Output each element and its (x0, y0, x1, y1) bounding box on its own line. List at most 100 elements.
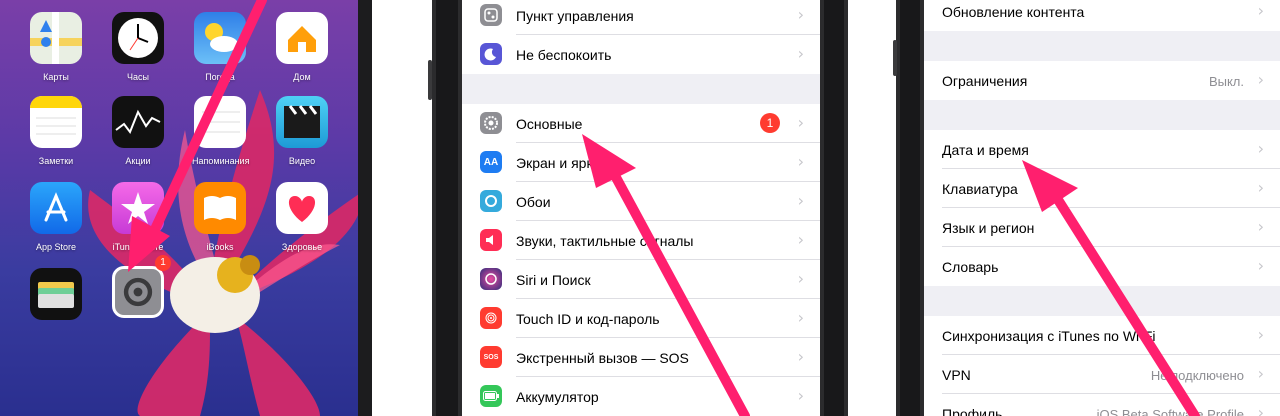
chevron-right-icon: › (1257, 325, 1264, 344)
control-center-icon (480, 4, 502, 26)
app-home[interactable]: Дом (274, 12, 330, 83)
chevron-right-icon: › (797, 347, 804, 366)
settings-row-battery[interactable]: Аккумулятор › (462, 377, 820, 416)
settings-row-siri[interactable]: Siri и Поиск › (462, 260, 820, 299)
row-label: Звуки, тактильные сигналы (516, 233, 694, 249)
app-label: Напоминания (192, 156, 250, 166)
settings-row-general[interactable]: Основные 1 › (462, 104, 820, 143)
row-label: Основные (516, 116, 583, 132)
app-wallet[interactable] (28, 268, 84, 320)
sos-icon: SOS (480, 346, 502, 368)
chevron-right-icon: › (1257, 70, 1264, 89)
star-icon (112, 182, 164, 234)
phone-frame (896, 0, 924, 416)
chevron-right-icon: › (797, 308, 804, 327)
app-reminders[interactable]: Напоминания (192, 96, 250, 167)
clock-icon (112, 12, 164, 64)
sound-icon (480, 229, 502, 251)
app-label: iBooks (206, 242, 234, 252)
app-stocks[interactable]: Акции (110, 96, 166, 167)
gear-icon (480, 112, 502, 134)
settings-row-profile[interactable]: Профиль iOS Beta Software Profile › (924, 394, 1280, 416)
settings-row-dictionary[interactable]: Словарь › (924, 247, 1280, 286)
app-app-store[interactable]: App Store (28, 182, 84, 253)
row-label: Обновление контента (942, 4, 1085, 20)
settings-row-sounds[interactable]: Звуки, тактильные сигналы › (462, 221, 820, 260)
chevron-right-icon: › (1257, 139, 1264, 158)
row-label: Siri и Поиск (516, 272, 591, 288)
phone-bezel (824, 0, 844, 416)
chevron-right-icon: › (797, 113, 804, 132)
settings-row-do-not-disturb[interactable]: Не беспокоить › (462, 35, 820, 74)
app-health[interactable]: Здоровье (274, 182, 330, 253)
settings-row-sos[interactable]: SOS Экстренный вызов — SOS › (462, 338, 820, 377)
chevron-right-icon: › (797, 152, 804, 171)
settings-row-control-center[interactable]: Пункт управления › (462, 0, 820, 35)
settings-row-keyboard[interactable]: Клавиатура › (924, 169, 1280, 208)
moon-icon (480, 43, 502, 65)
app-video[interactable]: Видео (274, 96, 330, 167)
notes-icon (30, 96, 82, 148)
row-label: Ограничения (942, 73, 1028, 89)
row-label: Экран и яркость (516, 155, 622, 171)
row-label: Дата и время (942, 142, 1029, 158)
fingerprint-icon (480, 307, 502, 329)
settings-row-background-refresh[interactable]: Обновление контента › (924, 0, 1280, 31)
app-label: Карты (43, 72, 69, 82)
app-settings[interactable] (110, 266, 166, 318)
app-label: App Store (35, 242, 77, 252)
app-label: Часы (127, 72, 149, 82)
app-label: Акции (125, 156, 151, 166)
gap (372, 0, 432, 416)
phone-bezel (436, 0, 458, 416)
app-itunes-store[interactable]: iTunes Store (110, 182, 166, 253)
stocks-icon (112, 96, 164, 148)
app-store-icon (30, 182, 82, 234)
display-icon: AA (480, 151, 502, 173)
row-label: Touch ID и код-пароль (516, 311, 660, 327)
battery-icon (480, 385, 502, 407)
row-label: Обои (516, 194, 551, 210)
chevron-right-icon: › (1257, 1, 1264, 20)
app-maps[interactable]: Карты (28, 12, 84, 83)
side-button (893, 40, 897, 76)
row-label: Словарь (942, 259, 999, 275)
chevron-right-icon: › (1257, 217, 1264, 236)
siri-icon (480, 268, 502, 290)
row-value: Выкл. (1208, 74, 1244, 89)
row-label: Пункт управления (516, 8, 634, 24)
app-label: Видео (288, 156, 316, 166)
settings-row-date-time[interactable]: Дата и время › (924, 130, 1280, 169)
app-label: Заметки (38, 156, 74, 166)
row-label: Синхронизация с iTunes по Wi-Fi (942, 328, 1156, 344)
reminders-icon (194, 96, 246, 148)
app-label: Погода (205, 72, 235, 82)
app-notes[interactable]: Заметки (28, 96, 84, 167)
gap (848, 0, 896, 416)
settings-row-vpn[interactable]: VPN Не подключено › (924, 355, 1280, 394)
row-label: Клавиатура (942, 181, 1018, 197)
page: Карты Часы Погода Дом Заметки Акции Напо… (0, 0, 1280, 416)
settings-row-language-region[interactable]: Язык и регион › (924, 208, 1280, 247)
home-screen: Карты Часы Погода Дом Заметки Акции Напо… (0, 0, 372, 416)
row-label: Язык и регион (942, 220, 1035, 236)
phone-frame (432, 0, 462, 416)
app-weather[interactable]: Погода (192, 12, 248, 83)
app-clock[interactable]: Часы (110, 12, 166, 83)
weather-icon (194, 12, 246, 64)
row-value: Не подключено (1150, 368, 1244, 383)
settings-row-wallpaper[interactable]: Обои › (462, 182, 820, 221)
chevron-right-icon: › (797, 44, 804, 63)
phone-bezel (358, 0, 372, 416)
chevron-right-icon: › (797, 191, 804, 210)
chevron-right-icon: › (1257, 364, 1264, 383)
home-icon (276, 12, 328, 64)
settings-row-itunes-wifi-sync[interactable]: Синхронизация с iTunes по Wi-Fi › (924, 316, 1280, 355)
settings-row-touch-id[interactable]: Touch ID и код-пароль › (462, 299, 820, 338)
app-ibooks[interactable]: iBooks (192, 182, 248, 253)
chevron-right-icon: › (1257, 403, 1264, 416)
row-label: Аккумулятор (516, 389, 599, 405)
settings-row-display[interactable]: AA Экран и яркость › (462, 143, 820, 182)
settings-row-restrictions[interactable]: Ограничения Выкл. › (924, 61, 1280, 100)
app-label: iTunes Store (112, 242, 164, 252)
